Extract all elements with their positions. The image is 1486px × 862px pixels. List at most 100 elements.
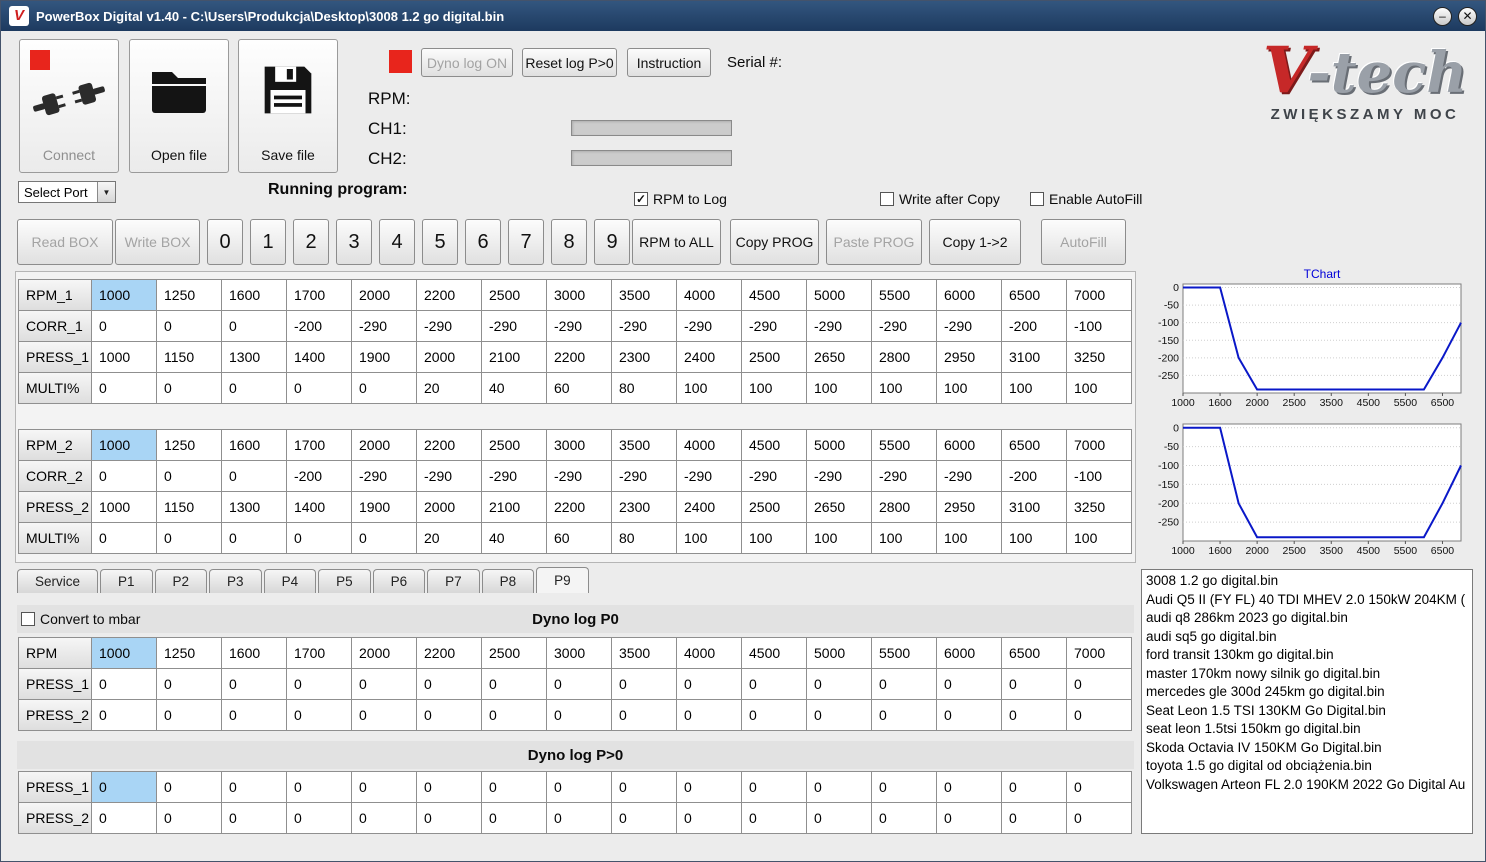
- table-cell[interactable]: 0: [222, 772, 287, 803]
- program-button-2[interactable]: 2: [293, 219, 329, 265]
- table-cell[interactable]: 2300: [612, 342, 677, 373]
- table-cell[interactable]: 6500: [1002, 638, 1067, 669]
- table-cell[interactable]: 3250: [1067, 342, 1132, 373]
- table-cell[interactable]: 0: [1067, 772, 1132, 803]
- table-cell[interactable]: -290: [742, 461, 807, 492]
- table-cell[interactable]: 2650: [807, 342, 872, 373]
- table-cell[interactable]: 2100: [482, 342, 547, 373]
- read-box-button[interactable]: Read BOX: [17, 219, 113, 265]
- table-cell[interactable]: 0: [92, 523, 157, 554]
- table-cell[interactable]: 0: [1067, 700, 1132, 731]
- table-cell[interactable]: 0: [937, 700, 1002, 731]
- table-cell[interactable]: -100: [1067, 461, 1132, 492]
- table-cell[interactable]: 0: [1067, 803, 1132, 834]
- table-cell[interactable]: 100: [937, 373, 1002, 404]
- table-cell[interactable]: 6000: [937, 638, 1002, 669]
- table-cell[interactable]: 0: [92, 311, 157, 342]
- table-cell[interactable]: 4000: [677, 430, 742, 461]
- table-cell[interactable]: 0: [937, 669, 1002, 700]
- table-cell[interactable]: 0: [1002, 803, 1067, 834]
- table-cell[interactable]: 5500: [872, 280, 937, 311]
- table-cell[interactable]: 0: [222, 700, 287, 731]
- file-item[interactable]: 3008 1.2 go digital.bin: [1142, 572, 1472, 591]
- table-cell[interactable]: 0: [287, 700, 352, 731]
- file-item[interactable]: Skoda Octavia IV 150KM Go Digital.bin: [1142, 739, 1472, 758]
- table-cell[interactable]: 60: [547, 523, 612, 554]
- table-cell[interactable]: 4500: [742, 638, 807, 669]
- tab-p8[interactable]: P8: [481, 569, 535, 593]
- table-cell[interactable]: 0: [937, 803, 1002, 834]
- table-cell[interactable]: 0: [92, 461, 157, 492]
- table-cell[interactable]: -290: [352, 461, 417, 492]
- file-item[interactable]: audi q8 286km 2023 go digital.bin: [1142, 609, 1472, 628]
- table-cell[interactable]: 100: [937, 523, 1002, 554]
- table-cell[interactable]: 2200: [417, 430, 482, 461]
- program-button-9[interactable]: 9: [594, 219, 630, 265]
- table-cell[interactable]: 2650: [807, 492, 872, 523]
- table-cell[interactable]: 0: [222, 803, 287, 834]
- tab-p3[interactable]: P3: [209, 569, 262, 593]
- table-cell[interactable]: 100: [677, 373, 742, 404]
- table-cell[interactable]: 2400: [677, 342, 742, 373]
- table-cell[interactable]: 1000: [92, 492, 157, 523]
- copy-1-to-2-button[interactable]: Copy 1->2: [929, 219, 1021, 265]
- table-cell[interactable]: 80: [612, 373, 677, 404]
- table-cell[interactable]: 5000: [807, 638, 872, 669]
- tab-service[interactable]: Service: [17, 569, 99, 593]
- table-cell[interactable]: 3000: [547, 430, 612, 461]
- table-cell[interactable]: 0: [872, 700, 937, 731]
- table-cell[interactable]: 0: [1002, 772, 1067, 803]
- table-cell[interactable]: 2200: [417, 280, 482, 311]
- table-cell[interactable]: 1300: [222, 342, 287, 373]
- table-cell[interactable]: 20: [417, 373, 482, 404]
- table-cell[interactable]: 3000: [547, 638, 612, 669]
- table-cell[interactable]: 3500: [612, 638, 677, 669]
- table-cell[interactable]: 0: [352, 373, 417, 404]
- chevron-down-icon[interactable]: ▼: [97, 182, 115, 202]
- table-cell[interactable]: 0: [807, 669, 872, 700]
- table-cell[interactable]: 40: [482, 373, 547, 404]
- table-cell[interactable]: 2950: [937, 492, 1002, 523]
- tab-p4[interactable]: P4: [263, 569, 317, 593]
- table-cell[interactable]: 0: [742, 669, 807, 700]
- table-cell[interactable]: -290: [807, 461, 872, 492]
- table-cell[interactable]: 3100: [1002, 342, 1067, 373]
- table-cell[interactable]: 100: [807, 523, 872, 554]
- checkbox-rpm-to-log[interactable]: ✓ RPM to Log: [634, 191, 727, 207]
- table-cell[interactable]: 0: [222, 461, 287, 492]
- table-cell[interactable]: -200: [287, 461, 352, 492]
- file-item[interactable]: ford transit 130km go digital.bin: [1142, 646, 1472, 665]
- table-cell[interactable]: -290: [937, 461, 1002, 492]
- table-cell[interactable]: 0: [417, 772, 482, 803]
- table-cell[interactable]: 0: [287, 373, 352, 404]
- tab-p5[interactable]: P5: [318, 569, 371, 593]
- table-cell[interactable]: 2400: [677, 492, 742, 523]
- file-item[interactable]: Seat Leon 1.5 TSI 130KM Go Digital.bin: [1142, 702, 1472, 721]
- table-cell[interactable]: -290: [872, 461, 937, 492]
- table-cell[interactable]: 7000: [1067, 430, 1132, 461]
- table-cell[interactable]: 0: [677, 669, 742, 700]
- table-cell[interactable]: 1400: [287, 492, 352, 523]
- table-cell[interactable]: 0: [352, 803, 417, 834]
- table-cell[interactable]: 0: [872, 803, 937, 834]
- table-cell[interactable]: 100: [872, 523, 937, 554]
- table-cell[interactable]: 1000: [92, 638, 157, 669]
- table-cell[interactable]: -290: [612, 461, 677, 492]
- table-cell[interactable]: 2800: [872, 492, 937, 523]
- checkbox-write-after-copy[interactable]: ✓ Write after Copy: [880, 191, 1000, 207]
- table-cell[interactable]: 100: [872, 373, 937, 404]
- table-cell[interactable]: 0: [807, 803, 872, 834]
- table-cell[interactable]: 1250: [157, 638, 222, 669]
- table-cell[interactable]: -100: [1067, 311, 1132, 342]
- file-item[interactable]: master 170km nowy silnik go digital.bin: [1142, 665, 1472, 684]
- table-cell[interactable]: 100: [807, 373, 872, 404]
- write-box-button[interactable]: Write BOX: [115, 219, 200, 265]
- table-cell[interactable]: 0: [92, 373, 157, 404]
- table-cell[interactable]: 0: [547, 803, 612, 834]
- table-cell[interactable]: 0: [157, 803, 222, 834]
- file-item[interactable]: toyota 1.5 go digital od obciążenia.bin: [1142, 757, 1472, 776]
- table-cell[interactable]: 2300: [612, 492, 677, 523]
- table-cell[interactable]: 0: [222, 669, 287, 700]
- table-cell[interactable]: 2200: [547, 492, 612, 523]
- table-cell[interactable]: 1700: [287, 280, 352, 311]
